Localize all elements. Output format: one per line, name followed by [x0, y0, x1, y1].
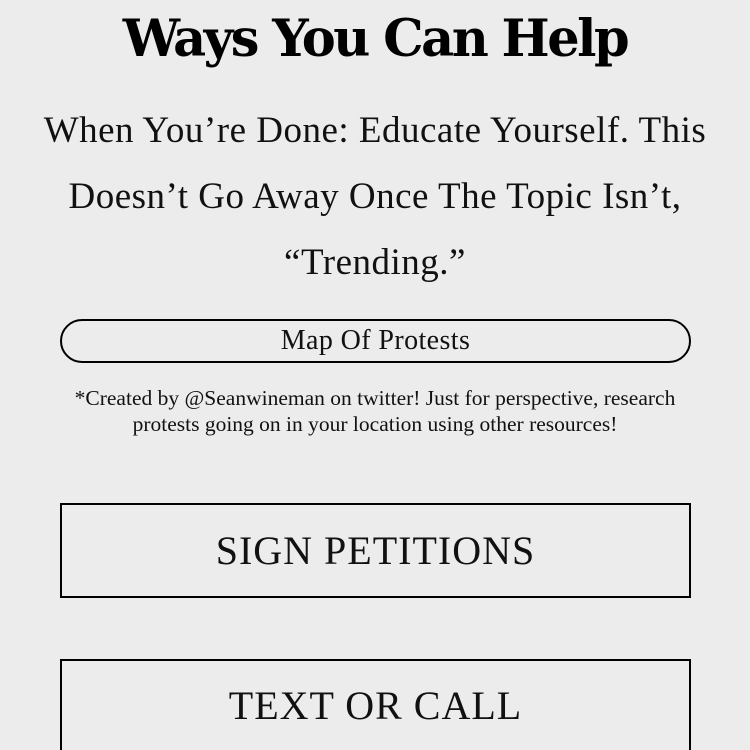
text-or-call-button[interactable]: TEXT OR CALL: [60, 659, 691, 750]
intro-text: When You’re Done: Educate Yourself. This…: [43, 110, 707, 283]
sign-petitions-button[interactable]: SIGN PETITIONS: [60, 503, 691, 598]
map-of-protests-button[interactable]: Map Of Protests: [60, 319, 691, 363]
page-title: Ways You Can Help: [122, 9, 630, 69]
credit-note: *Created by @Seanwineman on twitter! Jus…: [74, 386, 676, 436]
